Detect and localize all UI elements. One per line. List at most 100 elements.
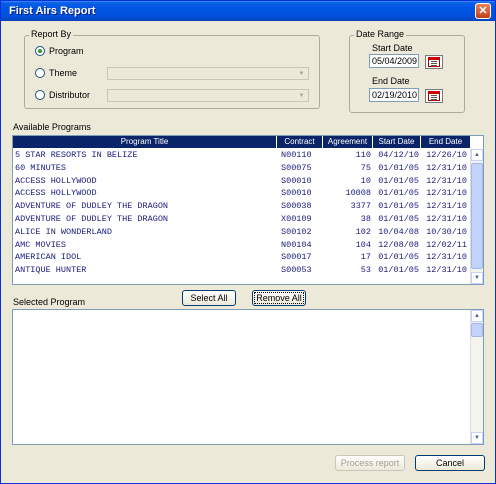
table-cell: 102 [355,226,371,237]
table-cell: 01/01/05 [378,265,419,276]
table-cell: 01/01/05 [378,201,419,212]
calendar-icon [428,57,440,67]
table-cell: ACCESS HOLLYWOOD [15,175,97,186]
table-cell: 01/01/05 [378,252,419,263]
close-button[interactable]: ✕ [475,3,491,19]
table-row[interactable]: ALICE IN WONDERLAND S00102 102 10/04/08 10/3… [13,226,471,239]
title-bar[interactable]: First Airs Report ✕ [1,1,495,21]
select-all-button[interactable]: Select All [182,290,236,306]
table-cell: 01/01/05 [378,175,419,186]
scroll-down-button[interactable]: ▼ [471,432,483,444]
start-date-label: Start Date [372,43,413,53]
chevron-down-icon: ▼ [296,69,307,78]
table-cell: N00110 [281,150,312,160]
chevron-down-icon: ▼ [296,91,307,100]
table-cell: 12/31/10 [426,213,467,224]
radio-distributor[interactable]: Distributor [35,90,90,100]
table-cell: 10/04/08 [378,226,419,237]
table-cell: 12/31/10 [426,265,467,276]
table-row[interactable]: 5 STAR RESORTS IN BELIZE N00110 110 04/12/1… [13,149,471,162]
scroll-down-button[interactable]: ▼ [471,272,483,284]
end-date-input[interactable]: 02/19/2010 [369,88,419,102]
table-row[interactable]: ADVENTURE OF DUDLEY THE DRAGON S00038 3377… [13,200,471,213]
table-cell: S00102 [281,226,312,237]
table-row[interactable]: ACCESS HOLLYWOOD S00010 10 01/01/05 12/31/10 [13,175,471,188]
selected-program-label: Selected Program [13,297,86,307]
radio-distributor-label: Distributor [49,90,91,100]
table-cell: 60 MINUTES [15,162,67,173]
close-icon: ✕ [478,4,488,17]
table-cell: N00104 [281,239,312,250]
grid-header: Program Title Contract Agreement Start D… [13,136,471,148]
table-cell: 10 [360,175,371,186]
table-cell: 10/30/10 [426,226,467,237]
table-row[interactable]: 60 MINUTES S00075 75 01/01/05 12/31/10 [13,162,471,175]
table-row[interactable]: ACCESS HOLLYWOOD S00010 10008 01/01/05 12/31… [13,187,471,200]
radio-program-label: Program [49,46,84,56]
end-date-calendar-button[interactable] [425,89,443,103]
window-title: First Airs Report [9,5,96,17]
radio-program[interactable]: Program [35,46,84,56]
column-header[interactable]: Agreement [323,136,373,148]
report-window: First Airs Report ✕ Report By Program Th… [0,0,496,484]
table-cell: 104 [355,239,371,250]
table-cell: 12/31/10 [426,252,467,263]
available-programs-grid[interactable]: Program Title Contract Agreement Start D… [12,135,484,285]
table-cell: 75 [360,162,371,173]
end-date-label: End Date [372,76,410,86]
scroll-thumb[interactable] [471,323,483,337]
available-programs-label: Available Programs [13,122,91,132]
table-cell: S00075 [281,162,312,173]
table-cell: 04/12/10 [378,150,419,160]
table-cell: X00109 [281,213,312,224]
scroll-thumb[interactable] [471,163,483,269]
available-scrollbar[interactable]: ▲ ▼ [470,149,483,284]
table-cell: 110 [355,150,371,160]
remove-all-button[interactable]: Remove All [252,290,306,306]
table-cell: 12/08/08 [378,239,419,250]
table-cell: S00010 [281,175,312,186]
selected-program-list[interactable]: ▲ ▼ [12,309,484,445]
selected-scrollbar[interactable]: ▲ ▼ [470,310,483,444]
table-row[interactable]: ANTIQUE HUNTER S00053 53 01/01/05 12/31/10 [13,264,471,277]
table-cell: ALICE IN WONDERLAND [15,226,112,237]
table-cell: 12/31/10 [426,188,467,199]
column-header[interactable]: End Date [421,136,471,148]
grid-body: 5 STAR RESORTS IN BELIZE N00110 110 04/12/1… [13,149,471,277]
calendar-icon [428,91,440,101]
process-report-button[interactable]: Process report [335,455,405,471]
table-row[interactable]: ADVENTURE OF DUDLEY THE DRAGON X00109 38 01… [13,213,471,226]
column-header[interactable]: Contract [277,136,323,148]
table-cell: 38 [360,213,371,224]
radio-theme-label: Theme [49,68,78,78]
table-cell: S00038 [281,201,312,212]
theme-select[interactable]: ▼ [107,67,309,80]
cancel-button[interactable]: Cancel [415,455,485,471]
table-row[interactable]: AMC MOVIES N00104 104 12/08/08 12/02/11 [13,239,471,252]
table-cell: 12/31/10 [426,162,467,173]
table-cell: S00010 [281,188,312,199]
table-cell: 01/01/05 [378,213,419,224]
table-cell: 12/26/10 [426,150,467,160]
table-cell: 01/01/05 [378,162,419,173]
column-header[interactable]: Start Date [373,136,421,148]
radio-theme-indicator [35,68,45,78]
table-cell: ACCESS HOLLYWOOD [15,188,97,199]
table-cell: ADVENTURE OF DUDLEY THE DRAGON [15,201,169,212]
scroll-up-button[interactable]: ▲ [471,149,483,161]
column-header[interactable]: Program Title [13,136,277,148]
table-cell: S00017 [281,252,312,263]
scroll-up-button[interactable]: ▲ [471,310,483,322]
table-cell: 01/01/05 [378,188,419,199]
table-cell: 12/31/10 [426,201,467,212]
radio-program-indicator [35,46,45,56]
table-row[interactable]: AMERICAN IDOL S00017 17 01/01/05 12/31/10 [13,251,471,264]
table-cell: 10008 [345,188,371,199]
radio-theme[interactable]: Theme [35,68,77,78]
distributor-select[interactable]: ▼ [107,89,309,102]
date-range-legend: Date Range [354,29,407,39]
table-cell: AMERICAN IDOL [15,252,82,263]
start-date-input[interactable]: 05/04/2009 [369,54,419,68]
start-date-calendar-button[interactable] [425,55,443,69]
table-cell: 3377 [350,201,371,212]
